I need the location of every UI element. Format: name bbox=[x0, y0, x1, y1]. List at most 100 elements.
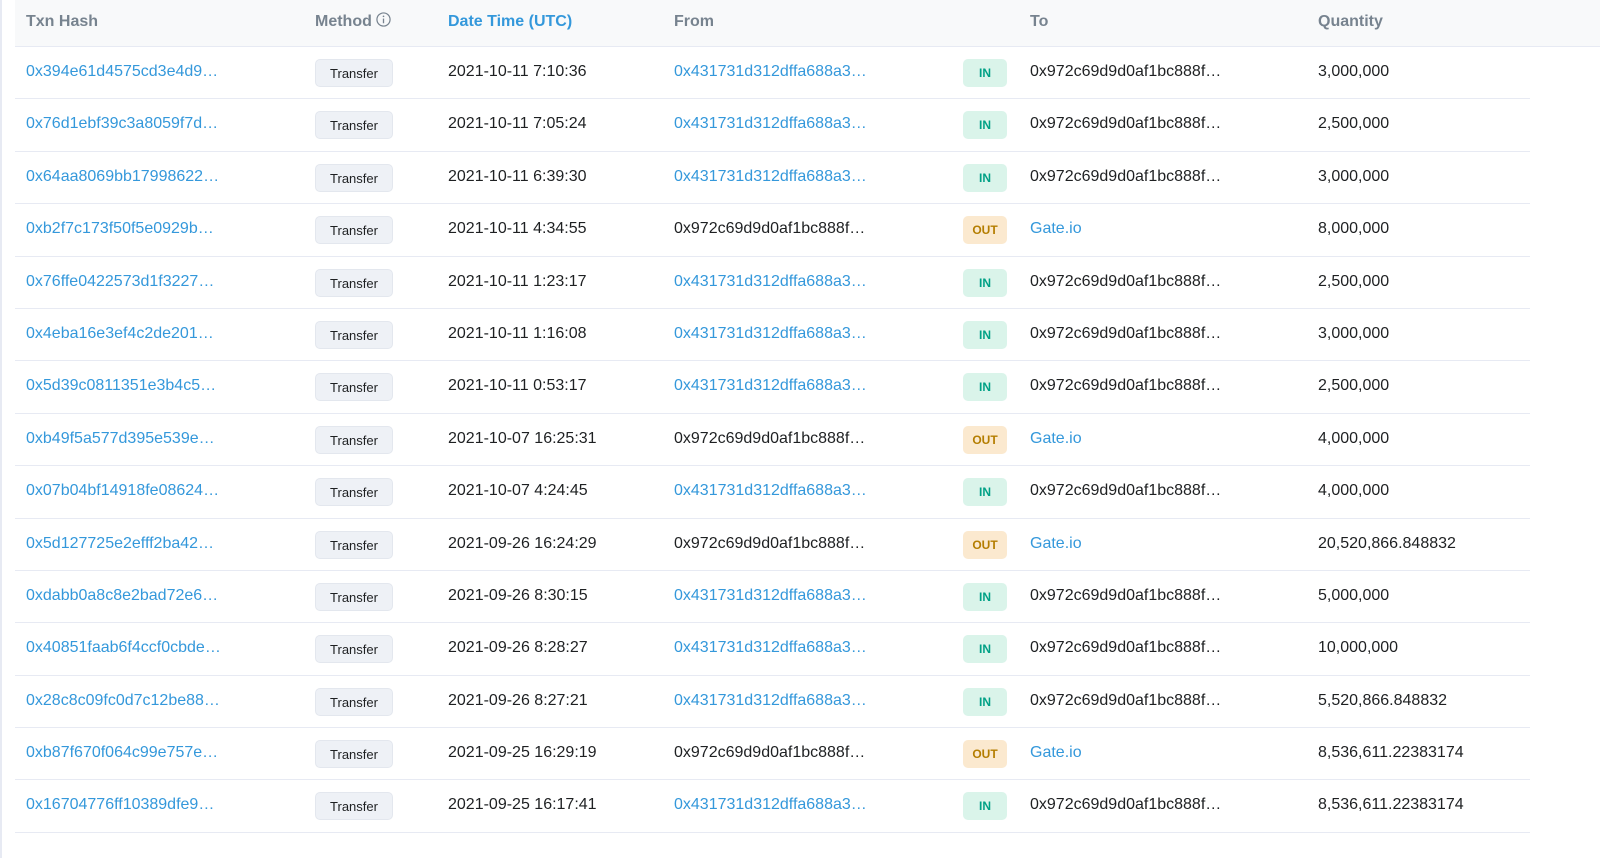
table-row: 0xdabb0a8c8e2bad72e6… Transfer 2021-09-26 … bbox=[15, 571, 1530, 624]
date-time: 2021-10-11 1:23:17 bbox=[448, 272, 587, 290]
table-row: 0x5d39c0811351e3b4c5… Transfer 2021-10-11 … bbox=[15, 361, 1530, 414]
to-address: 0x972c69d9d0af1bc888f… bbox=[1030, 272, 1222, 290]
table-row: 0xb49f5a577d395e539e… Transfer 2021-10-07 … bbox=[15, 414, 1530, 467]
date-time: 2021-10-11 1:16:08 bbox=[448, 324, 587, 342]
txn-hash-link[interactable]: 0x4eba16e3ef4c2de201… bbox=[26, 309, 236, 361]
date-time: 2021-09-26 16:24:29 bbox=[448, 534, 597, 552]
txn-hash-link[interactable]: 0x64aa8069bb17998622… bbox=[26, 152, 236, 204]
txn-hash-link[interactable]: 0x40851faab6f4ccf0cbde… bbox=[26, 623, 236, 675]
col-header-method-label: Method bbox=[315, 13, 372, 30]
method-badge[interactable]: Transfer bbox=[315, 320, 393, 349]
table-row: 0x394e61d4575cd3e4d9… Transfer 2021-10-11 … bbox=[15, 47, 1530, 100]
table-row: 0x5d127725e2efff2ba42… Transfer 2021-09-26… bbox=[15, 519, 1530, 571]
from-address[interactable]: 0x431731d312dffa688a3… bbox=[674, 466, 884, 518]
quantity: 3,000,000 bbox=[1318, 167, 1390, 185]
to-address[interactable]: Gate.io bbox=[1030, 728, 1240, 780]
from-address[interactable]: 0x431731d312dffa688a3… bbox=[674, 676, 884, 728]
from-address[interactable]: 0x431731d312dffa688a3… bbox=[674, 309, 884, 361]
from-address[interactable]: 0x431731d312dffa688a3… bbox=[674, 152, 884, 204]
txn-hash-link[interactable]: 0xb87f670f064c99e757e… bbox=[26, 728, 236, 780]
txn-hash-link[interactable]: 0xb2f7c173f50f5e0929b… bbox=[26, 204, 236, 256]
table-row: 0x64aa8069bb17998622… Transfer 2021-10-11 … bbox=[15, 152, 1530, 205]
col-header-date-time[interactable]: Date Time (UTC) bbox=[448, 0, 572, 46]
direction-cell: OUT bbox=[963, 728, 1009, 780]
method-badge[interactable]: Transfer bbox=[315, 425, 393, 454]
direction-badge: IN bbox=[963, 635, 1007, 664]
direction-cell: OUT bbox=[963, 519, 1009, 571]
method-cell: Transfer bbox=[315, 466, 405, 518]
direction-cell: IN bbox=[963, 780, 1009, 832]
direction-badge: OUT bbox=[963, 530, 1007, 559]
direction-badge: IN bbox=[963, 268, 1007, 297]
txn-hash-link[interactable]: 0x5d39c0811351e3b4c5… bbox=[26, 361, 236, 413]
method-cell: Transfer bbox=[315, 257, 405, 309]
to-address[interactable]: Gate.io bbox=[1030, 204, 1240, 256]
method-cell: Transfer bbox=[315, 361, 405, 413]
method-badge[interactable]: Transfer bbox=[315, 163, 393, 192]
col-header-from: From bbox=[674, 13, 714, 30]
from-address[interactable]: 0x431731d312dffa688a3… bbox=[674, 780, 884, 832]
txn-hash-link[interactable]: 0x394e61d4575cd3e4d9… bbox=[26, 47, 236, 99]
method-badge[interactable]: Transfer bbox=[315, 687, 393, 716]
to-address: 0x972c69d9d0af1bc888f… bbox=[1030, 115, 1222, 133]
from-address[interactable]: 0x431731d312dffa688a3… bbox=[674, 99, 884, 151]
date-time: 2021-09-26 8:30:15 bbox=[448, 586, 588, 604]
from-address[interactable]: 0x431731d312dffa688a3… bbox=[674, 571, 884, 623]
date-time: 2021-10-11 6:39:30 bbox=[448, 167, 587, 185]
table-row: 0x40851faab6f4ccf0cbde… Transfer 2021-09-2… bbox=[15, 623, 1530, 676]
method-badge[interactable]: Transfer bbox=[315, 582, 393, 611]
method-badge[interactable]: Transfer bbox=[315, 111, 393, 140]
method-badge[interactable]: Transfer bbox=[315, 635, 393, 664]
date-time: 2021-10-07 4:24:45 bbox=[448, 482, 588, 500]
from-address: 0x972c69d9d0af1bc888f… bbox=[674, 534, 866, 552]
to-address[interactable]: Gate.io bbox=[1030, 414, 1240, 466]
from-address[interactable]: 0x431731d312dffa688a3… bbox=[674, 47, 884, 99]
col-header-txn-hash: Txn Hash bbox=[26, 13, 99, 30]
from-address[interactable]: 0x431731d312dffa688a3… bbox=[674, 361, 884, 413]
date-time: 2021-10-11 7:10:36 bbox=[448, 63, 587, 80]
date-time: 2021-10-11 0:53:17 bbox=[448, 377, 587, 395]
table-row: 0xb2f7c173f50f5e0929b… Transfer 2021-10-11… bbox=[15, 204, 1530, 257]
txn-hash-link[interactable]: 0x76d1ebf39c3a8059f7d… bbox=[26, 99, 236, 151]
direction-badge: IN bbox=[963, 111, 1007, 140]
method-badge[interactable]: Transfer bbox=[315, 59, 393, 87]
direction-cell: IN bbox=[963, 309, 1009, 361]
direction-cell: IN bbox=[963, 152, 1009, 204]
to-address: 0x972c69d9d0af1bc888f… bbox=[1030, 586, 1222, 604]
col-header-quantity: Quantity bbox=[1318, 13, 1383, 30]
txn-hash-link[interactable]: 0x76ffe0422573d1f3227… bbox=[26, 257, 236, 309]
txn-hash-link[interactable]: 0x07b04bf14918fe08624… bbox=[26, 466, 236, 518]
from-address[interactable]: 0x431731d312dffa688a3… bbox=[674, 257, 884, 309]
method-badge[interactable]: Transfer bbox=[315, 740, 393, 769]
txn-hash-link[interactable]: 0x28c8c09fc0d7c12be88… bbox=[26, 676, 236, 728]
method-badge[interactable]: Transfer bbox=[315, 478, 393, 507]
direction-badge: IN bbox=[963, 792, 1007, 821]
method-badge[interactable]: Transfer bbox=[315, 216, 393, 245]
method-badge[interactable]: Transfer bbox=[315, 530, 393, 559]
from-address: 0x972c69d9d0af1bc888f… bbox=[674, 744, 866, 762]
quantity: 8,536,611.22383174 bbox=[1318, 796, 1464, 814]
method-badge[interactable]: Transfer bbox=[315, 268, 393, 297]
table-row: 0x4eba16e3ef4c2de201… Transfer 2021-10-11 … bbox=[15, 309, 1530, 362]
txn-hash-link[interactable]: 0xb49f5a577d395e539e… bbox=[26, 414, 236, 466]
direction-cell: IN bbox=[963, 47, 1009, 99]
quantity: 4,000,000 bbox=[1318, 429, 1390, 447]
direction-cell: IN bbox=[963, 361, 1009, 413]
method-badge[interactable]: Transfer bbox=[315, 373, 393, 402]
quantity: 2,500,000 bbox=[1318, 115, 1390, 133]
direction-cell: IN bbox=[963, 99, 1009, 151]
direction-badge: OUT bbox=[963, 216, 1007, 245]
txn-hash-link[interactable]: 0x5d127725e2efff2ba42… bbox=[26, 519, 236, 571]
method-badge[interactable]: Transfer bbox=[315, 792, 393, 821]
txn-hash-link[interactable]: 0x16704776ff10389dfe9… bbox=[26, 780, 236, 832]
quantity: 8,536,611.22383174 bbox=[1318, 744, 1464, 762]
quantity: 2,500,000 bbox=[1318, 272, 1390, 290]
method-cell: Transfer bbox=[315, 780, 405, 832]
info-icon[interactable] bbox=[376, 1, 391, 44]
col-header-method: Method bbox=[315, 0, 391, 46]
txn-hash-link[interactable]: 0xdabb0a8c8e2bad72e6… bbox=[26, 571, 236, 623]
method-cell: Transfer bbox=[315, 152, 405, 204]
direction-cell: IN bbox=[963, 623, 1009, 675]
from-address[interactable]: 0x431731d312dffa688a3… bbox=[674, 623, 884, 675]
to-address[interactable]: Gate.io bbox=[1030, 519, 1240, 571]
